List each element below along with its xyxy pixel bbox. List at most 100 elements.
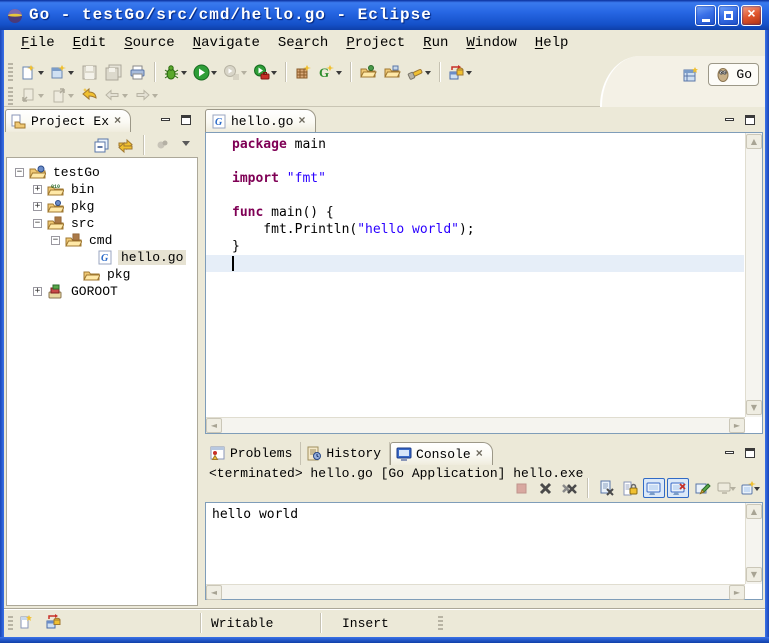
tree-row-testgo[interactable]: − testGo [15, 164, 103, 181]
scroll-up-icon[interactable]: ▲ [746, 504, 762, 519]
expander-icon[interactable]: − [33, 219, 42, 228]
link-with-editor-button[interactable] [114, 135, 136, 155]
pin-console-button[interactable] [691, 478, 713, 498]
code-line[interactable]: fmt.Println("hello world"); [206, 221, 744, 238]
tree-row-hello-go[interactable]: G hello.go [83, 249, 186, 266]
import-button[interactable] [356, 60, 380, 84]
tree-row-src[interactable]: − src [33, 215, 97, 232]
tree-label[interactable]: cmd [86, 233, 115, 248]
console-horizontal-scrollbar[interactable]: ◄ ► [206, 584, 745, 599]
code-line[interactable]: func main() { [206, 204, 744, 221]
remove-all-terminated-button[interactable] [558, 478, 580, 498]
sync-button[interactable] [445, 60, 475, 84]
new-wizard-button[interactable] [17, 60, 47, 84]
run-history-button[interactable] [220, 60, 250, 84]
expander-icon[interactable]: + [33, 287, 42, 296]
menu-edit[interactable]: Edit [64, 33, 116, 53]
tree-label[interactable]: bin [68, 182, 97, 197]
code-line[interactable]: } [206, 238, 744, 255]
console-vertical-scrollbar[interactable]: ▲ ▼ [745, 503, 762, 584]
toolbar-grip[interactable] [8, 87, 13, 105]
scroll-left-icon[interactable]: ◄ [206, 585, 222, 600]
console-output-area[interactable]: hello world ▲ ▼ ◄ ► [205, 502, 763, 600]
scroll-left-icon[interactable]: ◄ [206, 418, 222, 433]
tree-label[interactable]: GOROOT [68, 284, 121, 299]
sync-build-icon[interactable] [45, 613, 62, 630]
scroll-right-icon[interactable]: ► [729, 418, 745, 433]
toolbar-grip[interactable] [8, 63, 13, 81]
close-view-icon[interactable]: × [113, 114, 122, 128]
tree-row-pkg[interactable]: + pkg [33, 198, 97, 215]
tree-label[interactable]: pkg [104, 267, 133, 282]
menu-file[interactable]: File [12, 33, 64, 53]
minimize-view-button[interactable] [156, 112, 174, 127]
view-menu-button[interactable] [175, 135, 197, 155]
minimize-console-button[interactable] [720, 445, 738, 460]
focus-task-button[interactable] [151, 135, 173, 155]
scroll-down-icon[interactable]: ▼ [746, 400, 762, 415]
tab-console[interactable]: Console × [390, 442, 493, 465]
terminate-button[interactable] [510, 478, 532, 498]
maximize-view-button[interactable] [177, 112, 195, 127]
print-button[interactable] [125, 60, 149, 84]
code-editor[interactable]: package main import "fmt" func main() { … [205, 132, 763, 434]
open-console-button[interactable] [739, 478, 761, 498]
back-button[interactable] [101, 86, 131, 105]
run-button[interactable] [190, 60, 220, 84]
explorer-tree[interactable]: − testGo + 010 bin + pkg − src − [6, 157, 198, 606]
show-stdout-button[interactable] [643, 478, 665, 498]
editor-horizontal-scrollbar[interactable]: ◄ ► [206, 417, 745, 433]
code-line[interactable]: package main [206, 136, 744, 153]
show-stderr-button[interactable] [667, 478, 689, 498]
debug-button[interactable] [160, 60, 190, 84]
tab-history[interactable]: History [301, 442, 390, 465]
code-line[interactable]: import "fmt" [206, 170, 744, 187]
search-button[interactable] [404, 60, 434, 84]
tab-problems[interactable]: Problems [205, 442, 301, 465]
new-go-package-button[interactable] [291, 60, 315, 84]
new-go-element-button[interactable]: G [315, 60, 345, 84]
tree-row-bin[interactable]: + 010 bin [33, 181, 97, 198]
clear-console-button[interactable] [595, 478, 617, 498]
tree-label[interactable]: hello.go [118, 250, 186, 265]
menu-project[interactable]: Project [337, 33, 414, 53]
maximize-console-button[interactable] [741, 445, 759, 460]
remove-launch-button[interactable] [534, 478, 556, 498]
menu-window[interactable]: Window [457, 33, 525, 53]
menu-source[interactable]: Source [115, 33, 183, 53]
menu-search[interactable]: Search [269, 33, 337, 53]
menu-run[interactable]: Run [414, 33, 457, 53]
minimize-editor-button[interactable] [720, 112, 738, 127]
current-code-line[interactable] [206, 255, 744, 272]
scroll-right-icon[interactable]: ► [729, 585, 745, 600]
menu-help[interactable]: Help [526, 33, 578, 53]
tree-row-goroot[interactable]: + GOROOT [33, 283, 121, 300]
close-console-icon[interactable]: × [475, 447, 484, 461]
expander-icon[interactable]: + [33, 185, 42, 194]
tree-label[interactable]: pkg [68, 199, 97, 214]
external-tools-button[interactable] [250, 60, 280, 84]
scroll-down-icon[interactable]: ▼ [746, 567, 762, 582]
close-button[interactable]: × [741, 5, 762, 26]
code-content[interactable]: package main import "fmt" func main() { … [206, 136, 744, 272]
maximize-button[interactable] [718, 5, 739, 26]
open-perspective-button[interactable] [678, 62, 702, 86]
code-line[interactable] [206, 153, 744, 170]
tree-label[interactable]: src [68, 216, 97, 231]
save-all-button[interactable] [101, 60, 125, 84]
expander-icon[interactable]: − [51, 236, 60, 245]
export-button[interactable] [380, 60, 404, 84]
tab-hello-go[interactable]: G hello.go × [205, 109, 316, 132]
maximize-editor-button[interactable] [741, 112, 759, 127]
tab-project-explorer[interactable]: Project Ex × [5, 109, 131, 132]
last-edit-location-button[interactable] [77, 86, 101, 105]
forward-button[interactable] [131, 86, 161, 105]
code-line[interactable] [206, 187, 744, 204]
previous-annotation-button[interactable] [47, 86, 77, 105]
close-editor-icon[interactable]: × [297, 114, 306, 128]
new-project-button[interactable] [47, 60, 77, 84]
menu-navigate[interactable]: Navigate [184, 33, 269, 53]
scroll-lock-button[interactable] [619, 478, 641, 498]
tree-row-cmd[interactable]: − cmd [51, 232, 115, 249]
next-annotation-button[interactable] [17, 86, 47, 105]
